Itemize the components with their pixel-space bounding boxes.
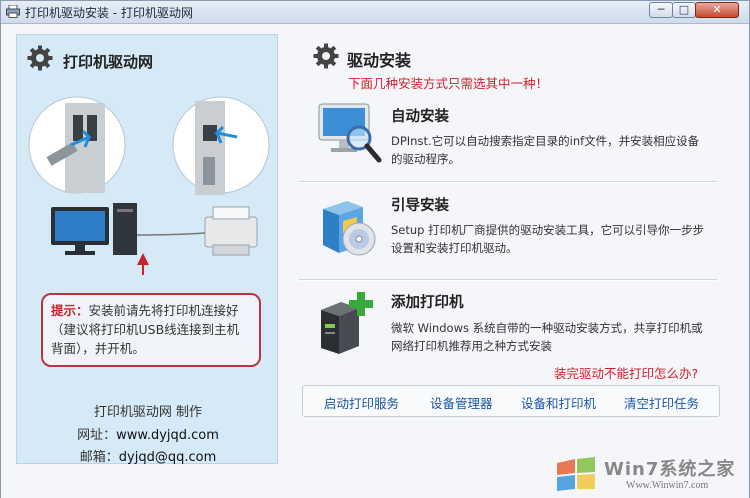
minimize-button[interactable]: ─: [649, 2, 673, 18]
choose-one-note: 下面几种安装方式只需选其中一种！: [348, 76, 549, 91]
quick-links-bar: 启动打印服务 设备管理器 设备和打印机 清空打印任务: [302, 385, 720, 417]
divider: [299, 279, 717, 281]
window-title: 打印机驱动安装 - 打印机驱动网: [25, 6, 193, 20]
credit-line: 打印机驱动网 制作: [93, 405, 203, 420]
tip-box: 提示：安装前请先将打印机连接好（建议将打印机USB线连接到主机背面），并开机。: [41, 293, 261, 367]
panel-title: 打印机驱动网: [63, 53, 154, 71]
auto-install-desc: DPInst.它可以自动搜索指定目录的inf文件，并安装相应设备的驱动程序。: [391, 134, 700, 166]
info-panel: 打印机驱动网 提示：安装前请先将打印机连接好（建议将打印机USB线连接到主机背面…: [16, 34, 279, 465]
gear-icon: [27, 45, 53, 71]
add-printer-title[interactable]: 添加打印机: [391, 291, 464, 312]
divider: [299, 181, 717, 183]
website-line: 网址：www.dyjqd.com: [17, 424, 279, 443]
watermark-url: Www.Winwin7.com: [626, 480, 709, 491]
watermark-brand: Win7系统之家: [604, 459, 736, 480]
devices-and-printers-link[interactable]: 设备和打印机: [521, 393, 596, 412]
printer-app-icon: [6, 5, 20, 18]
usb-connection-illustration: [28, 96, 270, 275]
add-printer-desc: 微软 Windows 系统自带的一种驱动安装方式，共享打印机或网络打印机推荐用之…: [391, 321, 703, 353]
tip-label: 提示：: [51, 303, 89, 318]
email-value: dyjqd@qq.com: [118, 450, 217, 465]
guided-install-title[interactable]: 引导安装: [391, 194, 449, 215]
auto-install-title[interactable]: 自动安装: [391, 105, 449, 126]
start-print-service-link[interactable]: 启动打印服务: [324, 393, 399, 412]
add-device-icon: [321, 292, 373, 354]
clear-print-jobs-link[interactable]: 清空打印任务: [624, 393, 699, 412]
close-button[interactable]: ✕: [695, 2, 739, 18]
gear-icon: [313, 43, 339, 69]
website-value: www.dyjqd.com: [116, 428, 219, 443]
help-link[interactable]: 装完驱动不能打印怎么办?: [554, 363, 698, 382]
email-line: 邮箱：dyjqd@qq.com: [17, 446, 279, 465]
title-bar[interactable]: 打印机驱动安装 - 打印机驱动网 ─ □ ✕: [1, 1, 749, 24]
device-manager-link[interactable]: 设备管理器: [430, 393, 493, 412]
client-area: 打印机驱动网 提示：安装前请先将打印机连接好（建议将打印机USB线连接到主机背面…: [1, 24, 749, 498]
monitor-search-icon: [318, 103, 382, 163]
section-title: 驱动安装: [347, 51, 412, 70]
maximize-button[interactable]: □: [672, 2, 696, 18]
app-window: 打印机驱动安装 - 打印机驱动网 ─ □ ✕ 打印机驱动网 提示：安装前请先将打…: [0, 0, 750, 498]
website-label: 网址：: [77, 428, 117, 443]
guided-install-desc: Setup 打印机厂商提供的驱动安装工具，它可以引导你一步步设置和安装打印机驱动…: [391, 223, 705, 255]
email-label: 邮箱：: [79, 450, 119, 465]
software-box-icon: [323, 201, 376, 256]
